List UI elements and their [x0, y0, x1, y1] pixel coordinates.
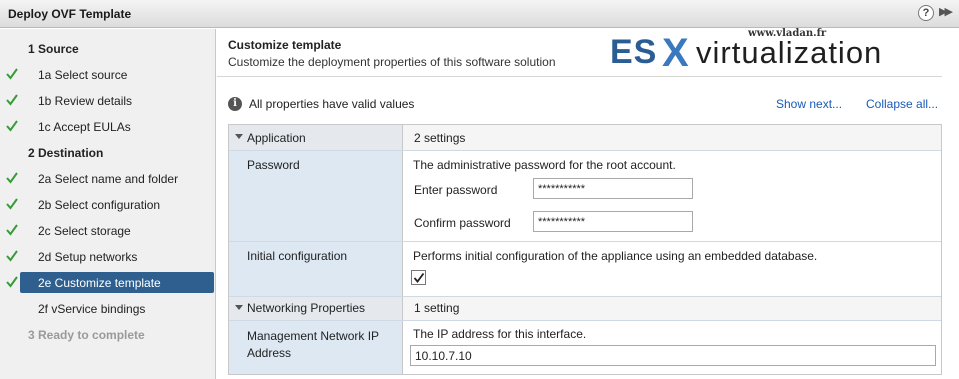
- step-3-ready-to-complete: 3 Ready to complete: [0, 324, 216, 346]
- checkmark-icon: [6, 94, 18, 106]
- wizard-steps-sidebar: 1 Source 1a Select source 1b Review deta…: [0, 29, 216, 379]
- step-1-source: 1 Source: [0, 38, 216, 60]
- property-label-line2: Address: [247, 346, 292, 360]
- step-label: 2c Select storage: [38, 224, 131, 238]
- checkbox-check-icon: [413, 272, 425, 283]
- main-panel: Customize template Customize the deploym…: [217, 28, 959, 379]
- property-label-line1: Management Network IP: [247, 329, 380, 343]
- checkmark-icon: [6, 198, 18, 210]
- step-2f-vservice-bindings[interactable]: 2f vService bindings: [0, 298, 216, 320]
- property-description: The IP address for this interface.: [413, 327, 587, 341]
- enter-password-field[interactable]: [533, 178, 693, 199]
- step-2c-select-storage[interactable]: 2c Select storage: [0, 220, 216, 242]
- confirm-password-field[interactable]: [533, 211, 693, 232]
- esxvirtualization-watermark-logo: www.vladan.fr ES X virtualization: [610, 28, 945, 75]
- watermark-x: X: [662, 31, 689, 75]
- watermark-virtualization: virtualization: [696, 35, 883, 70]
- step-label: 2f vService bindings: [38, 302, 146, 316]
- checkmark-icon: [6, 276, 18, 288]
- step-1c-accept-eulas[interactable]: 1c Accept EULAs: [0, 116, 216, 138]
- group-label: Application: [247, 131, 306, 145]
- window-title: Deploy OVF Template: [8, 7, 132, 21]
- property-row-management-ip: Management Network IP Address The IP add…: [229, 321, 941, 374]
- collapse-triangle-icon[interactable]: [235, 305, 243, 310]
- header-divider: [217, 76, 942, 77]
- group-row-application[interactable]: Application 2 settings: [229, 125, 941, 150]
- step-label: 2d Setup networks: [38, 250, 138, 264]
- property-row-initial-configuration: Initial configuration Performs initial c…: [229, 242, 941, 296]
- step-2-destination: 2 Destination: [0, 142, 216, 164]
- initial-configuration-checkbox[interactable]: [411, 270, 426, 285]
- property-label: Password: [247, 158, 300, 172]
- step-1b-review-details[interactable]: 1b Review details: [0, 90, 216, 112]
- validation-status: All properties have valid values: [249, 97, 415, 111]
- title-bar: Deploy OVF Template ? ▶▶: [0, 0, 959, 28]
- group-label: Networking Properties: [247, 301, 366, 315]
- checkmark-icon: [6, 224, 18, 236]
- step-2d-setup-networks[interactable]: 2d Setup networks: [0, 246, 216, 268]
- help-icon[interactable]: ?: [918, 5, 934, 21]
- management-ip-field[interactable]: [410, 345, 936, 366]
- confirm-password-label: Confirm password: [414, 216, 511, 230]
- step-1a-select-source[interactable]: 1a Select source: [0, 64, 216, 86]
- step-label: 3 Ready to complete: [28, 328, 145, 342]
- group-count: 1 setting: [414, 301, 460, 315]
- collapse-all-link[interactable]: Collapse all...: [866, 97, 938, 111]
- page-subtitle: Customize the deployment properties of t…: [228, 55, 556, 69]
- property-label: Initial configuration: [247, 249, 348, 263]
- properties-grid: Application 2 settings Password The admi…: [228, 124, 942, 375]
- step-2e-customize-template[interactable]: 2e Customize template: [0, 272, 216, 294]
- checkmark-icon: [6, 250, 18, 262]
- step-label: 1b Review details: [38, 94, 133, 108]
- step-label: 2a Select name and folder: [38, 172, 179, 186]
- enter-password-label: Enter password: [414, 183, 498, 197]
- show-next-link[interactable]: Show next...: [776, 97, 842, 111]
- expand-panel-icon[interactable]: ▶▶: [939, 5, 953, 18]
- checkmark-icon: [6, 172, 18, 184]
- step-2a-select-name-and-folder[interactable]: 2a Select name and folder: [0, 168, 216, 190]
- property-row-password: Password The administrative password for…: [229, 151, 941, 241]
- step-label: 2e Customize template: [38, 276, 161, 290]
- step-label: 2 Destination: [28, 146, 104, 160]
- step-label: 2b Select configuration: [38, 198, 161, 212]
- group-count: 2 settings: [414, 131, 466, 145]
- info-icon: i: [228, 97, 242, 111]
- checkmark-icon: [6, 120, 18, 132]
- checkmark-icon: [6, 68, 18, 80]
- watermark-es: ES: [610, 33, 658, 71]
- property-description: The administrative password for the root…: [413, 158, 676, 172]
- step-label: 1 Source: [28, 42, 79, 56]
- page-title: Customize template: [228, 38, 342, 52]
- step-2b-select-configuration[interactable]: 2b Select configuration: [0, 194, 216, 216]
- step-label: 1a Select source: [38, 68, 128, 82]
- property-description: Performs initial configuration of the ap…: [413, 249, 818, 263]
- collapse-triangle-icon[interactable]: [235, 134, 243, 139]
- group-row-networking[interactable]: Networking Properties 1 setting: [229, 297, 941, 320]
- step-label: 1c Accept EULAs: [38, 120, 131, 134]
